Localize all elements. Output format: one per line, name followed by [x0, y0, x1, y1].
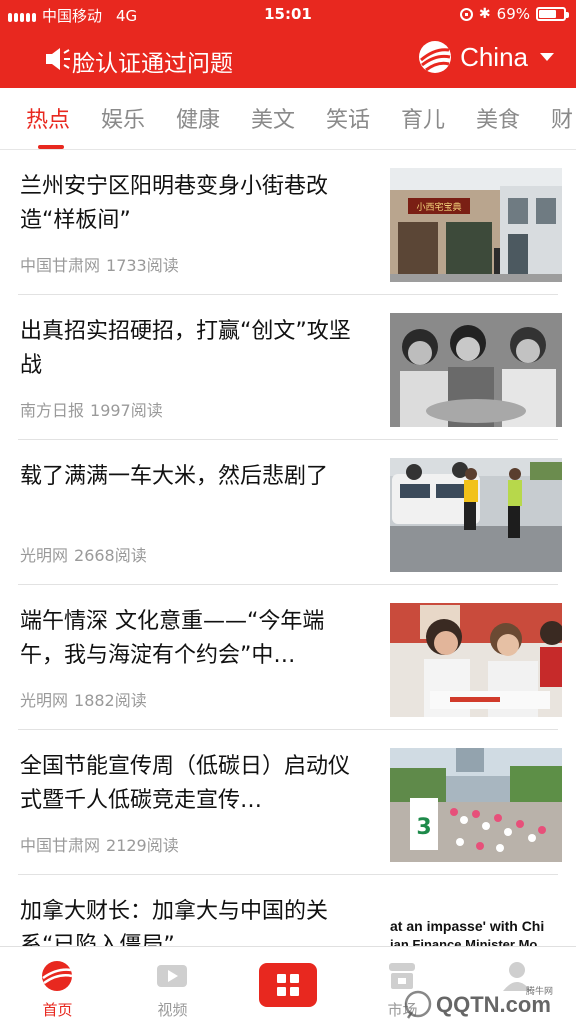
- news-source: 光明网: [20, 691, 69, 710]
- rotation-lock-icon: [459, 7, 473, 21]
- news-reads: 1882阅读: [74, 691, 147, 710]
- bluetooth-icon: ✱: [478, 6, 491, 22]
- news-reads: 1733阅读: [106, 256, 179, 275]
- news-thumbnail[interactable]: [390, 313, 562, 427]
- news-title[interactable]: 载了满满一车大米，然后悲剧了: [20, 460, 365, 494]
- category-tabs: 热点 娱乐 健康 美文 笑话 育儿 美食 财: [0, 88, 576, 150]
- news-meta: 中国甘肃网 1733阅读: [20, 252, 179, 276]
- news-item[interactable]: 加拿大财长：加拿大与中国的关系“已陷入僵局” at an impasse' wi…: [18, 875, 562, 946]
- nav-video[interactable]: 视频: [115, 947, 230, 1024]
- region-selector[interactable]: China: [418, 40, 554, 74]
- news-meta: 光明网 1882阅读: [20, 687, 147, 711]
- news-reads: 2668阅读: [74, 546, 147, 565]
- news-thumbnail[interactable]: [390, 458, 562, 572]
- news-meta: 中国甘肃网 2129阅读: [20, 832, 179, 856]
- status-bar: 中国移动 4G 15:01 ✱ 69%: [0, 0, 576, 30]
- news-source: 光明网: [20, 546, 69, 565]
- tab-health[interactable]: 健康: [176, 102, 220, 134]
- news-item[interactable]: 出真招实招硬招，打赢“创文”攻坚战 南方日报 1997阅读: [18, 295, 562, 440]
- site-watermark: QQTN.com 腾牛网: [404, 985, 553, 1019]
- tab-finance[interactable]: 财: [551, 102, 573, 134]
- news-item[interactable]: 端午情深 文化意重——“今年端午，我与海淀有个约会”中… 光明网 1882阅读: [18, 585, 562, 730]
- tab-parenting[interactable]: 育儿: [401, 102, 445, 134]
- news-reads: 2129阅读: [106, 836, 179, 855]
- thumbnail-headline-line2: ian Finance Minister Mo: [390, 937, 537, 946]
- tab-food[interactable]: 美食: [476, 102, 520, 134]
- news-thumbnail[interactable]: 3: [390, 748, 562, 862]
- announcement-marquee[interactable]: 脸认证通过问题: [72, 44, 233, 78]
- news-thumbnail[interactable]: [390, 603, 562, 717]
- nav-home-label: 首页: [42, 1001, 73, 1019]
- app-header: 脸认证通过问题 China: [0, 30, 576, 88]
- news-feed: 兰州安宁区阳明巷变身小街巷改造“样板间” 中国甘肃网 1733阅读 小西宅宝典 出…: [0, 150, 576, 946]
- apps-grid-icon: [277, 974, 299, 996]
- news-title[interactable]: 加拿大财长：加拿大与中国的关系“已陷入僵局”: [20, 895, 365, 946]
- signboard-number: 3: [416, 815, 431, 840]
- home-globe-icon: [42, 961, 73, 991]
- news-item[interactable]: 载了满满一车大米，然后悲剧了 光明网 2668阅读: [18, 440, 562, 585]
- news-source: 中国甘肃网: [20, 836, 101, 855]
- nav-video-label: 视频: [157, 1001, 188, 1019]
- news-thumbnail[interactable]: at an impasse' with Chi ian Finance Mini…: [390, 893, 562, 946]
- news-item[interactable]: 全国节能宣传周（低碳日）启动仪式暨千人低碳竞走宣传… 中国甘肃网 2129阅读 3: [18, 730, 562, 875]
- tab-entertainment[interactable]: 娱乐: [101, 102, 145, 134]
- brand-logo-icon: [419, 41, 452, 73]
- status-right: ✱ 69%: [459, 5, 569, 23]
- news-meta: 南方日报 1997阅读: [20, 397, 163, 421]
- tab-essays[interactable]: 美文: [251, 102, 295, 134]
- battery-icon: [536, 7, 569, 21]
- active-tab-indicator: [38, 145, 64, 149]
- watermark-small-text: 腾牛网: [526, 985, 553, 997]
- region-label: China: [460, 41, 528, 72]
- nav-home[interactable]: 首页: [0, 947, 115, 1024]
- news-title[interactable]: 出真招实招硬招，打赢“创文”攻坚战: [20, 315, 365, 383]
- video-icon: [157, 965, 187, 987]
- news-title[interactable]: 全国节能宣传周（低碳日）启动仪式暨千人低碳竞走宣传…: [20, 750, 365, 818]
- apps-button[interactable]: [259, 963, 317, 1007]
- news-reads: 1997阅读: [90, 401, 163, 420]
- news-title[interactable]: 兰州安宁区阳明巷变身小街巷改造“样板间”: [20, 170, 365, 238]
- news-thumbnail[interactable]: 小西宅宝典: [390, 168, 562, 282]
- battery-percent: 69%: [496, 5, 530, 23]
- news-source: 中国甘肃网: [20, 256, 101, 275]
- thumbnail-headline-line1: at an impasse' with Chi: [390, 918, 544, 934]
- tab-jokes[interactable]: 笑话: [326, 102, 370, 134]
- news-source: 南方日报: [20, 401, 85, 420]
- caret-down-icon: [540, 53, 554, 61]
- shop-sign-text: 小西宅宝典: [416, 201, 461, 213]
- tab-hot[interactable]: 热点: [26, 102, 70, 134]
- news-title[interactable]: 端午情深 文化意重——“今年端午，我与海淀有个约会”中…: [20, 605, 365, 673]
- news-meta: 光明网 2668阅读: [20, 542, 147, 566]
- news-item[interactable]: 兰州安宁区阳明巷变身小街巷改造“样板间” 中国甘肃网 1733阅读 小西宅宝典: [18, 150, 562, 295]
- speaker-icon[interactable]: [44, 46, 72, 72]
